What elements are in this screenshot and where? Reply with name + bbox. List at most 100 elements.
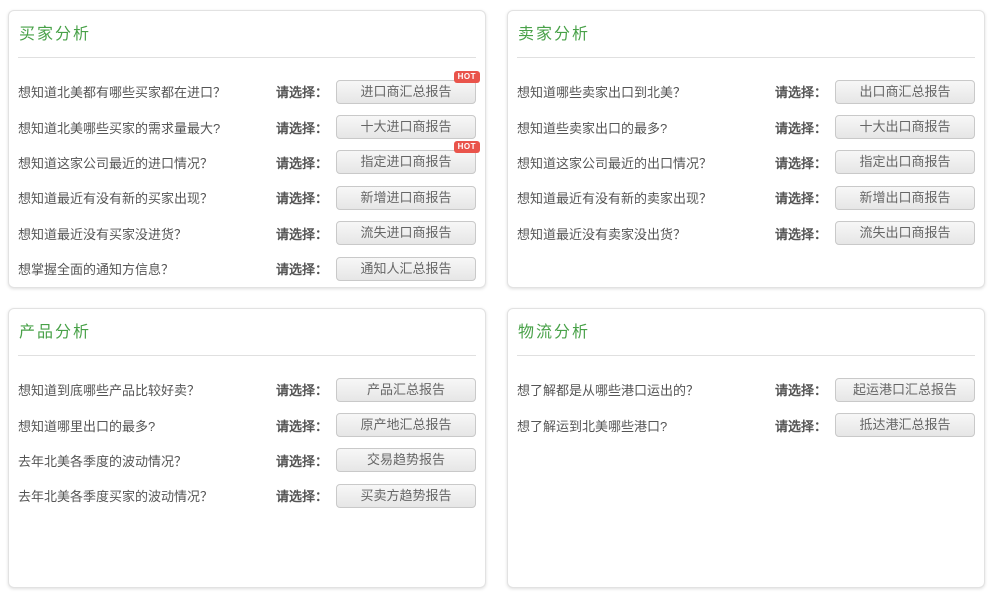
question-text: 想了解都是从哪些港口运出的？ [517, 380, 775, 399]
report-row: 想知道北美都有哪些买家都在进口？ 请选择： 进口商汇总报告 HOT [18, 74, 476, 109]
report-row: 想了解运到北美哪些港口? 请选择： 抵达港汇总报告 [517, 407, 975, 442]
report-row: 想知道北美哪些买家的需求量最大? 请选择： 十大进口商报告 [18, 109, 476, 144]
hot-badge: HOT [454, 71, 480, 83]
importer-summary-report-button[interactable]: 进口商汇总报告 [336, 80, 476, 104]
panel-title-seller: 卖家分析 [508, 11, 984, 45]
new-exporters-report-button[interactable]: 新增出口商报告 [835, 186, 975, 210]
button-wrap: 原产地汇总报告 [336, 413, 476, 437]
select-label: 请选择： [775, 118, 827, 137]
button-wrap: 十大进口商报告 [336, 115, 476, 139]
select-label: 请选择： [775, 82, 827, 101]
report-row: 想知道哪里出口的最多? 请选择： 原产地汇总报告 [18, 407, 476, 442]
question-text: 去年北美各季度的波动情况？ [18, 451, 276, 470]
select-label: 请选择： [276, 416, 328, 435]
question-text: 想知道些卖家出口的最多? [517, 118, 775, 137]
report-row: 想掌握全面的通知方信息？ 请选择： 通知人汇总报告 [18, 251, 476, 286]
buyer-rows: 想知道北美都有哪些买家都在进口？ 请选择： 进口商汇总报告 HOT 想知道北美哪… [9, 58, 485, 286]
select-label: 请选择： [775, 153, 827, 172]
select-label: 请选择： [276, 224, 328, 243]
port-of-lading-summary-report-button[interactable]: 起运港口汇总报告 [835, 378, 975, 402]
panel-product-analysis: 产品分析 想知道到底哪些产品比较好卖？ 请选择： 产品汇总报告 想知道哪里出口的… [8, 308, 486, 588]
button-wrap: 买卖方趋势报告 [336, 484, 476, 508]
lost-exporters-report-button[interactable]: 流失出口商报告 [835, 221, 975, 245]
question-text: 想知道北美都有哪些买家都在进口？ [18, 82, 276, 101]
panel-logistics-analysis: 物流分析 想了解都是从哪些港口运出的？ 请选择： 起运港口汇总报告 想了解运到北… [507, 308, 985, 588]
top10-importers-report-button[interactable]: 十大进口商报告 [336, 115, 476, 139]
report-row: 想知道最近有没有新的买家出现？ 请选择： 新增进口商报告 [18, 180, 476, 215]
question-text: 想知道最近没有买家没进货？ [18, 224, 276, 243]
button-wrap: 抵达港汇总报告 [835, 413, 975, 437]
select-label: 请选择： [775, 224, 827, 243]
question-text: 想知道北美哪些买家的需求量最大? [18, 118, 276, 137]
report-row: 想知道这家公司最近的进口情况？ 请选择： 指定进口商报告 HOT [18, 145, 476, 180]
button-wrap: 交易趋势报告 [336, 448, 476, 472]
lost-importers-report-button[interactable]: 流失进口商报告 [336, 221, 476, 245]
exporter-summary-report-button[interactable]: 出口商汇总报告 [835, 80, 975, 104]
question-text: 想知道这家公司最近的进口情况？ [18, 153, 276, 172]
button-wrap: 流失进口商报告 [336, 221, 476, 245]
select-label: 请选择： [775, 380, 827, 399]
button-wrap: 出口商汇总报告 [835, 80, 975, 104]
report-row: 想知道哪些卖家出口到北美？ 请选择： 出口商汇总报告 [517, 74, 975, 109]
report-row: 想知道这家公司最近的出口情况？ 请选择： 指定出口商报告 [517, 145, 975, 180]
report-row: 去年北美各季度的波动情况？ 请选择： 交易趋势报告 [18, 443, 476, 478]
product-summary-report-button[interactable]: 产品汇总报告 [336, 378, 476, 402]
new-importers-report-button[interactable]: 新增进口商报告 [336, 186, 476, 210]
select-label: 请选择： [276, 118, 328, 137]
button-wrap: 进口商汇总报告 HOT [336, 80, 476, 104]
button-wrap: 通知人汇总报告 [336, 257, 476, 281]
panel-title-logistics: 物流分析 [508, 309, 984, 343]
select-label: 请选择： [276, 486, 328, 505]
question-text: 想知道到底哪些产品比较好卖？ [18, 380, 276, 399]
question-text: 想知道哪些卖家出口到北美？ [517, 82, 775, 101]
trade-trend-report-button[interactable]: 交易趋势报告 [336, 448, 476, 472]
select-label: 请选择： [276, 259, 328, 278]
select-label: 请选择： [276, 451, 328, 470]
report-row: 想了解都是从哪些港口运出的？ 请选择： 起运港口汇总报告 [517, 372, 975, 407]
specified-exporter-report-button[interactable]: 指定出口商报告 [835, 150, 975, 174]
panel-title-product: 产品分析 [9, 309, 485, 343]
report-row: 想知道最近有没有新的卖家出现？ 请选择： 新增出口商报告 [517, 180, 975, 215]
question-text: 想知道最近没有卖家没出货？ [517, 224, 775, 243]
question-text: 去年北美各季度买家的波动情况？ [18, 486, 276, 505]
question-text: 想知道最近有没有新的买家出现？ [18, 188, 276, 207]
seller-rows: 想知道哪些卖家出口到北美？ 请选择： 出口商汇总报告 想知道些卖家出口的最多? … [508, 58, 984, 251]
report-row: 想知道些卖家出口的最多? 请选择： 十大出口商报告 [517, 109, 975, 144]
panel-buyer-analysis: 买家分析 想知道北美都有哪些买家都在进口？ 请选择： 进口商汇总报告 HOT 想… [8, 10, 486, 288]
button-wrap: 产品汇总报告 [336, 378, 476, 402]
select-label: 请选择： [276, 82, 328, 101]
button-wrap: 流失出口商报告 [835, 221, 975, 245]
notify-party-summary-report-button[interactable]: 通知人汇总报告 [336, 257, 476, 281]
question-text: 想知道这家公司最近的出口情况？ [517, 153, 775, 172]
button-wrap: 新增出口商报告 [835, 186, 975, 210]
logistics-rows: 想了解都是从哪些港口运出的？ 请选择： 起运港口汇总报告 想了解运到北美哪些港口… [508, 356, 984, 443]
specified-importer-report-button[interactable]: 指定进口商报告 [336, 150, 476, 174]
question-text: 想了解运到北美哪些港口? [517, 416, 775, 435]
panel-seller-analysis: 卖家分析 想知道哪些卖家出口到北美？ 请选择： 出口商汇总报告 想知道些卖家出口… [507, 10, 985, 288]
select-label: 请选择： [775, 416, 827, 435]
hot-badge: HOT [454, 141, 480, 153]
panel-title-buyer: 买家分析 [9, 11, 485, 45]
report-row: 想知道最近没有卖家没出货？ 请选择： 流失出口商报告 [517, 216, 975, 251]
question-text: 想知道哪里出口的最多? [18, 416, 276, 435]
top10-exporters-report-button[interactable]: 十大出口商报告 [835, 115, 975, 139]
report-row: 想知道到底哪些产品比较好卖？ 请选择： 产品汇总报告 [18, 372, 476, 407]
button-wrap: 起运港口汇总报告 [835, 378, 975, 402]
select-label: 请选择： [276, 188, 328, 207]
origin-summary-report-button[interactable]: 原产地汇总报告 [336, 413, 476, 437]
report-row: 去年北美各季度买家的波动情况？ 请选择： 买卖方趋势报告 [18, 478, 476, 513]
question-text: 想掌握全面的通知方信息？ [18, 259, 276, 278]
analysis-dashboard: 买家分析 想知道北美都有哪些买家都在进口？ 请选择： 进口商汇总报告 HOT 想… [0, 0, 998, 598]
select-label: 请选择： [276, 153, 328, 172]
question-text: 想知道最近有没有新的卖家出现？ [517, 188, 775, 207]
product-rows: 想知道到底哪些产品比较好卖？ 请选择： 产品汇总报告 想知道哪里出口的最多? 请… [9, 356, 485, 514]
port-of-arrival-summary-report-button[interactable]: 抵达港汇总报告 [835, 413, 975, 437]
button-wrap: 指定出口商报告 [835, 150, 975, 174]
select-label: 请选择： [276, 380, 328, 399]
button-wrap: 十大出口商报告 [835, 115, 975, 139]
button-wrap: 指定进口商报告 HOT [336, 150, 476, 174]
button-wrap: 新增进口商报告 [336, 186, 476, 210]
report-row: 想知道最近没有买家没进货？ 请选择： 流失进口商报告 [18, 216, 476, 251]
select-label: 请选择： [775, 188, 827, 207]
buyer-seller-trend-report-button[interactable]: 买卖方趋势报告 [336, 484, 476, 508]
